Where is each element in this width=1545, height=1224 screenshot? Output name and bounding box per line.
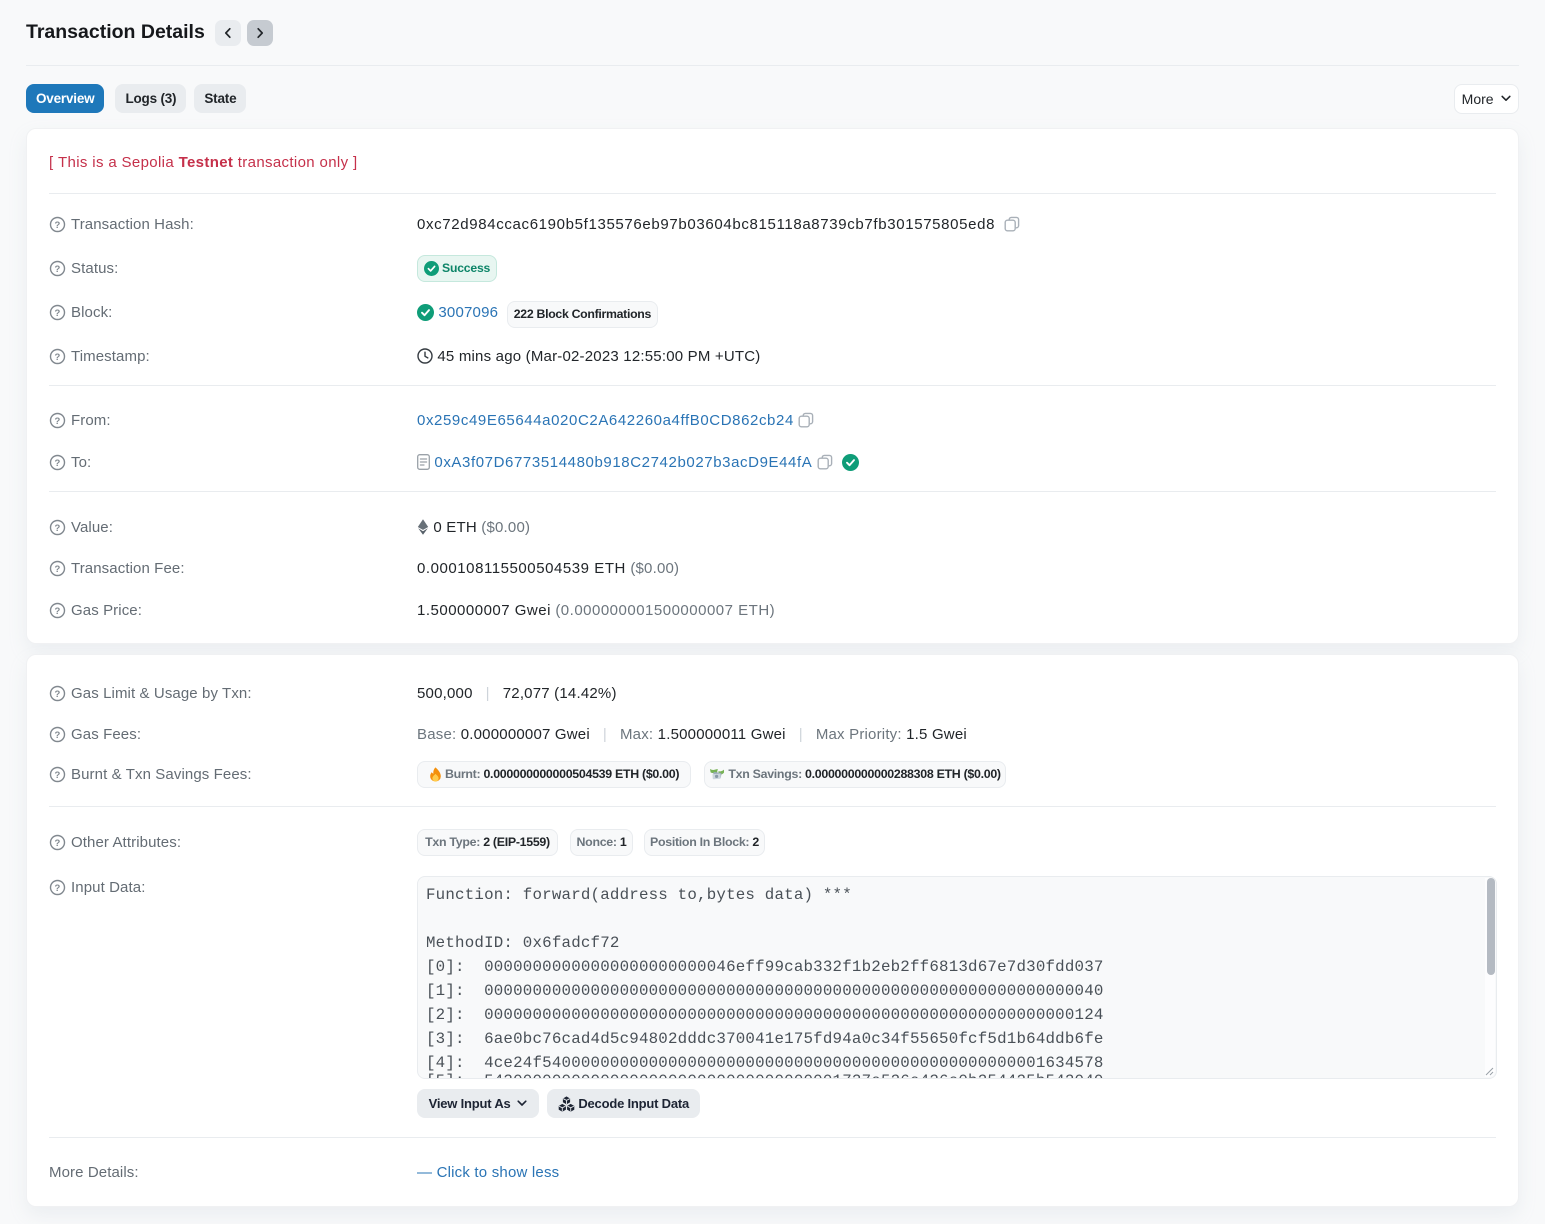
svg-text:?: ? — [55, 308, 61, 319]
svg-text:?: ? — [55, 838, 61, 849]
svg-text:?: ? — [55, 689, 61, 700]
svg-text:?: ? — [55, 730, 61, 741]
svg-text:?: ? — [55, 220, 61, 231]
svg-text:?: ? — [55, 523, 61, 534]
svg-text:?: ? — [55, 352, 61, 363]
svg-text:?: ? — [55, 770, 61, 781]
svg-text:?: ? — [55, 416, 61, 427]
svg-text:?: ? — [55, 564, 61, 575]
svg-text:?: ? — [55, 883, 61, 894]
svg-text:?: ? — [55, 264, 61, 275]
svg-text:?: ? — [55, 606, 61, 617]
svg-text:?: ? — [55, 458, 61, 469]
